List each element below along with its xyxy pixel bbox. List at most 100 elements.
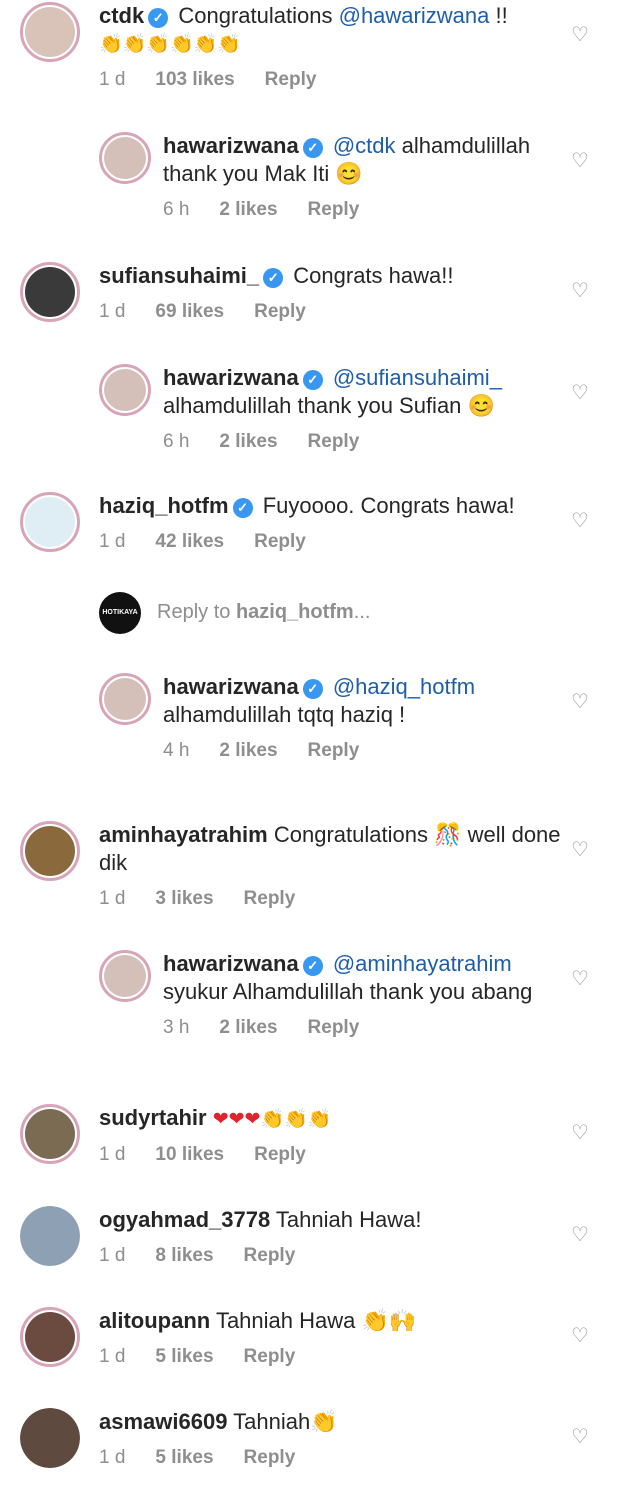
likes-count[interactable]: 42 likes — [155, 528, 224, 556]
avatar[interactable] — [20, 1307, 80, 1367]
username[interactable]: sudyrtahir — [99, 1105, 207, 1130]
reply-button[interactable]: Reply — [308, 428, 360, 456]
avatar[interactable] — [99, 364, 151, 416]
reply-button[interactable]: Reply — [265, 66, 317, 94]
likes-count[interactable]: 103 likes — [155, 66, 234, 94]
comment-text: Tahniah Hawa! — [275, 1207, 422, 1232]
comment-text: Congrats hawa!! — [293, 263, 454, 288]
heart-outline-icon[interactable]: ♡ — [571, 1325, 591, 1345]
avatar[interactable] — [99, 132, 151, 184]
avatar[interactable] — [20, 262, 80, 322]
likes-count[interactable]: 2 likes — [219, 196, 277, 224]
heart-outline-icon[interactable]: ♡ — [571, 839, 591, 859]
likes-count[interactable]: 69 likes — [155, 298, 224, 326]
comment-body: ogyahmad_3778 Tahniah Hawa! 1 d 8 likes … — [99, 1206, 563, 1270]
mention-link[interactable]: @ctdk — [333, 133, 396, 158]
timestamp: 1 d — [99, 1447, 126, 1468]
avatar[interactable] — [99, 950, 151, 1002]
username[interactable]: hawarizwana — [163, 951, 299, 976]
avatar[interactable] — [20, 1104, 80, 1164]
mention-link[interactable]: @haziq_hotfm — [333, 674, 475, 699]
mention-link[interactable]: @sufiansuhaimi_ — [333, 365, 502, 390]
comment-item: sufiansuhaimi_ ✓ Congrats hawa!! 1 d 69 l… — [0, 262, 623, 342]
heart-outline-icon[interactable]: ♡ — [571, 691, 591, 711]
timestamp: 1 d — [99, 888, 126, 909]
timestamp: 1 d — [99, 69, 126, 90]
comment-meta: 4 h 2 likes Reply — [163, 737, 563, 765]
comment-body: aminhayatrahim Congratulations 🎊 well do… — [99, 821, 563, 913]
username[interactable]: asmawi6609 — [99, 1409, 227, 1434]
reply-item: hawarizwana ✓ @aminhayatrahim syukur Alha… — [0, 950, 623, 1070]
reply-item: hawarizwana ✓ @haziq_hotfm alhamdulillah … — [0, 673, 623, 783]
heart-outline-icon[interactable]: ♡ — [571, 510, 591, 530]
username[interactable]: hawarizwana — [163, 674, 299, 699]
reply-button[interactable]: Reply — [244, 1343, 296, 1371]
avatar: HOTIKAYA — [99, 592, 141, 634]
comments-thread: ctdk ✓ Congratulations @hawarizwana !! 👏👏… — [0, 0, 623, 1486]
comment-item: sudyrtahir ❤❤❤👏👏👏 1 d 10 likes Reply ♡ — [0, 1104, 623, 1184]
reply-button[interactable]: Reply — [308, 196, 360, 224]
heart-outline-icon[interactable]: ♡ — [571, 382, 591, 402]
reply-button[interactable]: Reply — [244, 1242, 296, 1270]
reply-target-username: haziq_hotfm — [235, 601, 354, 623]
timestamp: 1 d — [99, 301, 126, 322]
heart-outline-icon[interactable]: ♡ — [571, 1224, 591, 1244]
reply-button[interactable]: Reply — [254, 528, 306, 556]
reply-composer-prompt: Reply to haziq_hotfm... — [157, 601, 370, 624]
username[interactable]: hawarizwana — [163, 365, 299, 390]
avatar[interactable] — [20, 821, 80, 881]
likes-count[interactable]: 5 likes — [155, 1444, 213, 1472]
heart-outline-icon[interactable]: ♡ — [571, 968, 591, 988]
avatar[interactable] — [20, 2, 80, 62]
likes-count[interactable]: 2 likes — [219, 428, 277, 456]
comment-text: syukur Alhamdulillah thank you abang — [163, 979, 533, 1004]
timestamp: 6 h — [163, 199, 190, 220]
avatar[interactable] — [20, 492, 80, 552]
comment-meta: 1 d 69 likes Reply — [99, 298, 563, 326]
heart-outline-icon[interactable]: ♡ — [571, 280, 591, 300]
timestamp: 1 d — [99, 1245, 126, 1266]
likes-count[interactable]: 2 likes — [219, 1014, 277, 1042]
likes-count[interactable]: 5 likes — [155, 1343, 213, 1371]
reply-button[interactable]: Reply — [244, 885, 296, 913]
likes-count[interactable]: 2 likes — [219, 737, 277, 765]
username[interactable]: aminhayatrahim — [99, 822, 268, 847]
reply-composer[interactable]: HOTIKAYA Reply to haziq_hotfm... — [99, 592, 499, 634]
reply-button[interactable]: Reply — [254, 1141, 306, 1169]
comment-body: hawarizwana ✓ @aminhayatrahim syukur Alha… — [163, 950, 563, 1042]
comment-item: ogyahmad_3778 Tahniah Hawa! 1 d 8 likes … — [0, 1206, 623, 1286]
avatar[interactable] — [20, 1206, 80, 1266]
avatar[interactable] — [99, 673, 151, 725]
avatar[interactable] — [20, 1408, 80, 1468]
mention-link[interactable]: @aminhayatrahim — [333, 951, 512, 976]
heart-outline-icon[interactable]: ♡ — [571, 24, 591, 44]
username[interactable]: haziq_hotfm — [99, 493, 229, 518]
heart-outline-icon[interactable]: ♡ — [571, 150, 591, 170]
heart-outline-icon[interactable]: ♡ — [571, 1426, 591, 1446]
username[interactable]: alitoupann — [99, 1308, 210, 1333]
comment-meta: 1 d 10 likes Reply — [99, 1141, 563, 1169]
reply-button[interactable]: Reply — [308, 1014, 360, 1042]
comment-text: Tahniah Hawa 👏🙌 — [215, 1308, 417, 1333]
username[interactable]: ctdk — [99, 3, 144, 28]
mention-link[interactable]: @hawarizwana — [339, 3, 490, 28]
username[interactable]: ogyahmad_3778 — [99, 1207, 270, 1232]
likes-count[interactable]: 3 likes — [155, 885, 213, 913]
comment-meta: 1 d 42 likes Reply — [99, 528, 563, 556]
comment-body: hawarizwana ✓ @ctdk alhamdulillah thank y… — [163, 132, 563, 224]
timestamp: 1 d — [99, 1346, 126, 1367]
username[interactable]: sufiansuhaimi_ — [99, 263, 259, 288]
comment-body: asmawi6609 Tahniah👏 1 d 5 likes Reply — [99, 1408, 563, 1472]
likes-count[interactable]: 10 likes — [155, 1141, 224, 1169]
reply-button[interactable]: Reply — [244, 1444, 296, 1472]
heart-outline-icon[interactable]: ♡ — [571, 1122, 591, 1142]
username[interactable]: hawarizwana — [163, 133, 299, 158]
comment-meta: 6 h 2 likes Reply — [163, 428, 563, 456]
verified-badge-icon: ✓ — [302, 679, 323, 699]
comment-item: asmawi6609 Tahniah👏 1 d 5 likes Reply ♡ — [0, 1408, 623, 1486]
reply-button[interactable]: Reply — [308, 737, 360, 765]
ellipsis: ... — [353, 601, 371, 623]
reply-button[interactable]: Reply — [254, 298, 306, 326]
comment-meta: 3 h 2 likes Reply — [163, 1014, 563, 1042]
likes-count[interactable]: 8 likes — [155, 1242, 213, 1270]
